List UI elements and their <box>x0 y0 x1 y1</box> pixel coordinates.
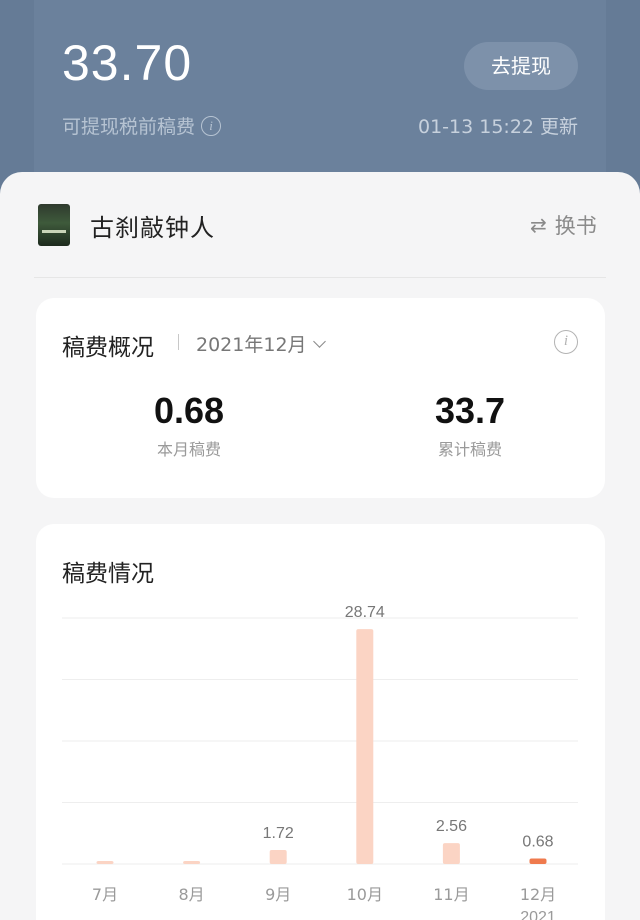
info-icon[interactable]: i <box>554 330 578 354</box>
chart-data-label: 1.72 <box>263 825 294 842</box>
chart-data-label: 28.74 <box>345 604 385 621</box>
chart-data-label: 2.56 <box>436 818 467 835</box>
balance-amount: 33.70 <box>62 35 193 91</box>
switch-book-label: 换书 <box>554 214 597 238</box>
month-selector[interactable]: 2021年12月 <box>196 330 326 357</box>
book-title: 古刹敲钟人 <box>90 214 215 242</box>
chart-bar[interactable] <box>356 629 374 864</box>
chart-x-tick-label: 10月 <box>347 885 383 904</box>
chevron-down-icon <box>312 334 326 348</box>
chart-x-tick-label: 12月 <box>520 885 556 904</box>
month-royalty-stat: 0.68 本月稿费 <box>109 390 269 460</box>
total-royalty-value: 33.7 <box>434 390 506 431</box>
chart-x-tick-label: 9月 <box>265 885 291 904</box>
chart-bar[interactable] <box>96 861 114 864</box>
royalty-chart-card: 稿费情况 7月 8月 1.72 9月 28.74 10月 2.56 11月 0.68 12月 202… <box>36 524 605 920</box>
chart-data-label: 0.68 <box>522 833 553 850</box>
month-selector-value: 2021年12月 <box>196 334 307 356</box>
book-cover[interactable] <box>38 204 70 246</box>
switch-book-button[interactable]: ⇄ 换书 <box>530 210 597 240</box>
total-royalty-stat: 33.7 累计稿费 <box>390 390 550 460</box>
balance-label: 可提现税前稿费 i <box>62 112 222 139</box>
divider <box>34 277 606 278</box>
separator <box>178 334 179 350</box>
chart-x-tick-sublabel: 2021 <box>520 909 556 920</box>
chart-bar[interactable] <box>183 861 201 864</box>
total-royalty-label: 累计稿费 <box>437 440 502 459</box>
royalty-bar-chart: 7月 8月 1.72 9月 28.74 10月 2.56 11月 0.68 12月 2021 <box>62 604 578 920</box>
withdraw-button[interactable]: 去提现 <box>464 42 578 90</box>
swap-icon: ⇄ <box>530 213 547 237</box>
month-royalty-label: 本月稿费 <box>156 440 221 459</box>
overview-card: 稿费概况 2021年12月 i 0.68 本月稿费 33.7 累计稿费 <box>36 298 605 498</box>
chart-x-tick-label: 7月 <box>92 885 118 904</box>
book-row: 古刹敲钟人 ⇄ 换书 <box>0 172 640 278</box>
balance-label-text: 可提现税前稿费 <box>62 116 196 138</box>
content-sheet: 古刹敲钟人 ⇄ 换书 稿费概况 2021年12月 i 0.68 本月稿费 33.… <box>0 172 640 920</box>
update-time: 01-13 15:22 更新 <box>418 116 579 138</box>
chart-bar[interactable] <box>442 843 460 864</box>
chart-bar[interactable] <box>269 849 287 864</box>
chart-x-tick-label: 8月 <box>179 885 205 904</box>
month-royalty-value: 0.68 <box>153 390 225 431</box>
overview-title: 稿费概况 <box>62 335 154 361</box>
chart-bar[interactable] <box>529 858 547 864</box>
chart-x-tick-label: 11月 <box>433 885 469 904</box>
info-icon[interactable]: i <box>201 115 222 136</box>
